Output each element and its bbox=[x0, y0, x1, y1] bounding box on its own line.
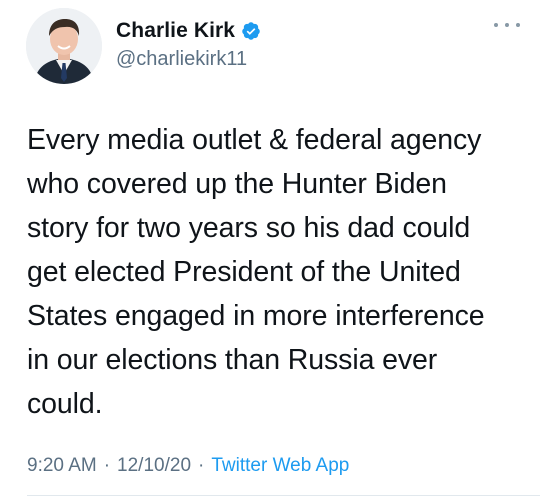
meta-separator: · bbox=[198, 455, 205, 476]
display-name[interactable]: Charlie Kirk bbox=[116, 19, 235, 43]
tweet-source-link[interactable]: Twitter Web App bbox=[211, 455, 349, 477]
tweet-card: Charlie Kirk @charliekirk11 Every media … bbox=[0, 0, 540, 496]
more-dot bbox=[516, 23, 520, 27]
verified-badge-icon bbox=[241, 21, 261, 41]
author-name-row: Charlie Kirk bbox=[116, 16, 261, 46]
more-dot bbox=[494, 23, 498, 27]
avatar-image bbox=[26, 8, 102, 84]
more-dot bbox=[505, 23, 509, 27]
tweet-date[interactable]: 12/10/20 bbox=[117, 455, 191, 477]
avatar[interactable] bbox=[26, 8, 102, 84]
tweet-text: Every media outlet & federal agency who … bbox=[27, 124, 485, 420]
tweet-meta: 9:20 AM · 12/10/20 · Twitter Web App bbox=[27, 455, 349, 477]
more-options-icon[interactable] bbox=[494, 20, 520, 30]
meta-separator: · bbox=[103, 455, 111, 476]
author-handle[interactable]: @charliekirk11 bbox=[116, 48, 247, 71]
tweet-time[interactable]: 9:20 AM bbox=[27, 455, 97, 477]
